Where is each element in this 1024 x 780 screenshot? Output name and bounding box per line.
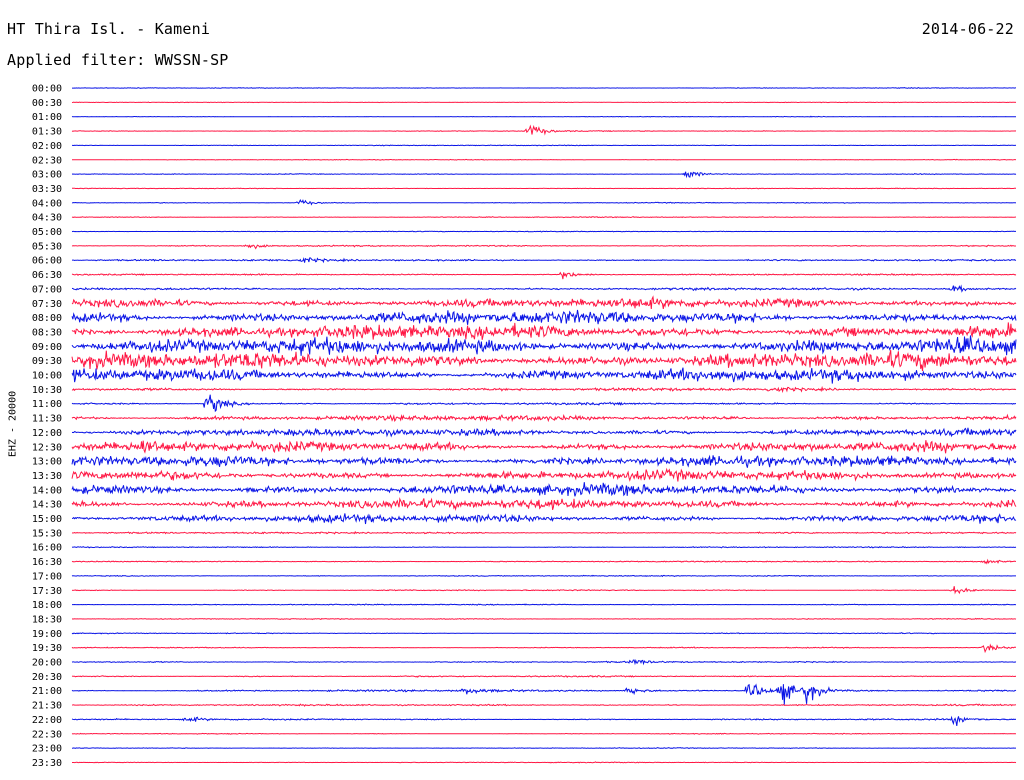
trace-line [71, 216, 1017, 219]
time-label: 04:30 [32, 213, 62, 224]
trace-line [71, 439, 1017, 454]
time-label: 01:00 [32, 112, 62, 123]
trace-line [72, 187, 1016, 190]
time-labels: 00:00 00:30 01:00 01:30 02:00 02:30 03:00 03:30… [32, 84, 62, 769]
trace-line [71, 335, 1017, 356]
time-label: 17:30 [32, 586, 62, 597]
traces [71, 87, 1017, 764]
time-label: 19:00 [32, 629, 62, 640]
time-label: 20:00 [32, 658, 62, 669]
time-label: 17:00 [32, 571, 62, 582]
time-label: 08:30 [32, 327, 62, 338]
time-label: 12:30 [32, 442, 62, 453]
trace-line [71, 394, 1016, 413]
time-label: 12:00 [32, 428, 62, 439]
time-label: 13:00 [32, 457, 62, 468]
time-label: 21:00 [32, 686, 62, 697]
time-label: 10:00 [32, 371, 62, 382]
trace-line [71, 271, 1017, 280]
trace-line [72, 257, 1017, 264]
time-label: 01:30 [32, 127, 62, 138]
trace-line [72, 144, 1017, 147]
trace-line [71, 295, 1017, 309]
trace-line [72, 158, 1017, 161]
trace-line [71, 659, 1017, 666]
trace-line [72, 761, 1017, 764]
trace-line [71, 586, 1017, 595]
time-label: 23:00 [32, 744, 62, 755]
time-label: 18:00 [32, 600, 62, 611]
time-label: 09:30 [32, 356, 62, 367]
trace-line [71, 284, 1017, 293]
trace-line [71, 683, 1017, 705]
trace-line [71, 413, 1017, 423]
time-label: 22:30 [32, 729, 62, 740]
trace-line [71, 732, 1017, 735]
time-label: 06:00 [32, 256, 62, 267]
time-label: 10:30 [32, 385, 62, 396]
trace-line [71, 349, 1017, 372]
time-label: 18:30 [32, 614, 62, 625]
time-label: 16:30 [32, 557, 62, 568]
time-label: 22:00 [32, 715, 62, 726]
time-label: 15:30 [32, 528, 62, 539]
time-label: 02:30 [32, 155, 62, 166]
trace-line [71, 715, 1017, 726]
seismogram-plot: 00:00 00:30 01:00 01:30 02:00 02:30 03:00 03:30… [32, 84, 1017, 769]
time-label: 05:00 [32, 227, 62, 238]
time-label: 07:30 [32, 299, 62, 310]
trace-line [71, 643, 1016, 654]
trace-line [71, 747, 1016, 750]
time-label: 14:30 [32, 500, 62, 511]
time-label: 07:00 [32, 284, 62, 295]
trace-line [71, 617, 1017, 621]
time-label: 06:30 [32, 270, 62, 281]
trace-line [71, 467, 1017, 482]
trace-line [71, 454, 1017, 468]
time-label: 20:30 [32, 672, 62, 683]
time-label: 04:00 [32, 198, 62, 209]
time-label: 11:30 [32, 414, 62, 425]
trace-line [72, 87, 1016, 89]
trace-line [71, 198, 1017, 206]
trace-line [71, 230, 1016, 233]
time-label: 21:30 [32, 701, 62, 712]
time-label: 00:30 [32, 98, 62, 109]
trace-line [71, 244, 1016, 250]
time-label: 11:00 [32, 399, 62, 410]
trace-line [71, 675, 1017, 678]
trace-line [71, 530, 1017, 535]
time-label: 05:30 [32, 241, 62, 252]
trace-line [71, 574, 1016, 578]
time-label: 09:00 [32, 342, 62, 353]
trace-line [71, 558, 1016, 565]
time-label: 00:00 [32, 84, 62, 95]
trace-line [71, 309, 1017, 325]
trace-line [71, 632, 1017, 635]
trace-line [71, 496, 1017, 511]
trace-line [71, 546, 1017, 549]
trace-line [71, 171, 1017, 179]
trace-line [71, 427, 1017, 438]
time-label: 13:30 [32, 471, 62, 482]
time-label: 08:00 [32, 313, 62, 324]
time-label: 02:00 [32, 141, 62, 152]
trace-line [72, 703, 1017, 707]
trace-line [71, 482, 1017, 497]
time-label: 16:00 [32, 543, 62, 554]
time-label: 03:30 [32, 184, 62, 195]
trace-line [72, 513, 1017, 525]
trace-line [71, 367, 1017, 384]
time-label: 23:30 [32, 758, 62, 769]
time-label: 14:00 [32, 485, 62, 496]
trace-line [71, 101, 1017, 104]
time-label: 03:00 [32, 170, 62, 181]
trace-line [71, 385, 1017, 394]
trace-line [71, 322, 1017, 340]
trace-line [71, 115, 1016, 118]
time-label: 15:00 [32, 514, 62, 525]
time-label: 19:30 [32, 643, 62, 654]
trace-line [71, 124, 1017, 136]
trace-line [72, 603, 1017, 606]
